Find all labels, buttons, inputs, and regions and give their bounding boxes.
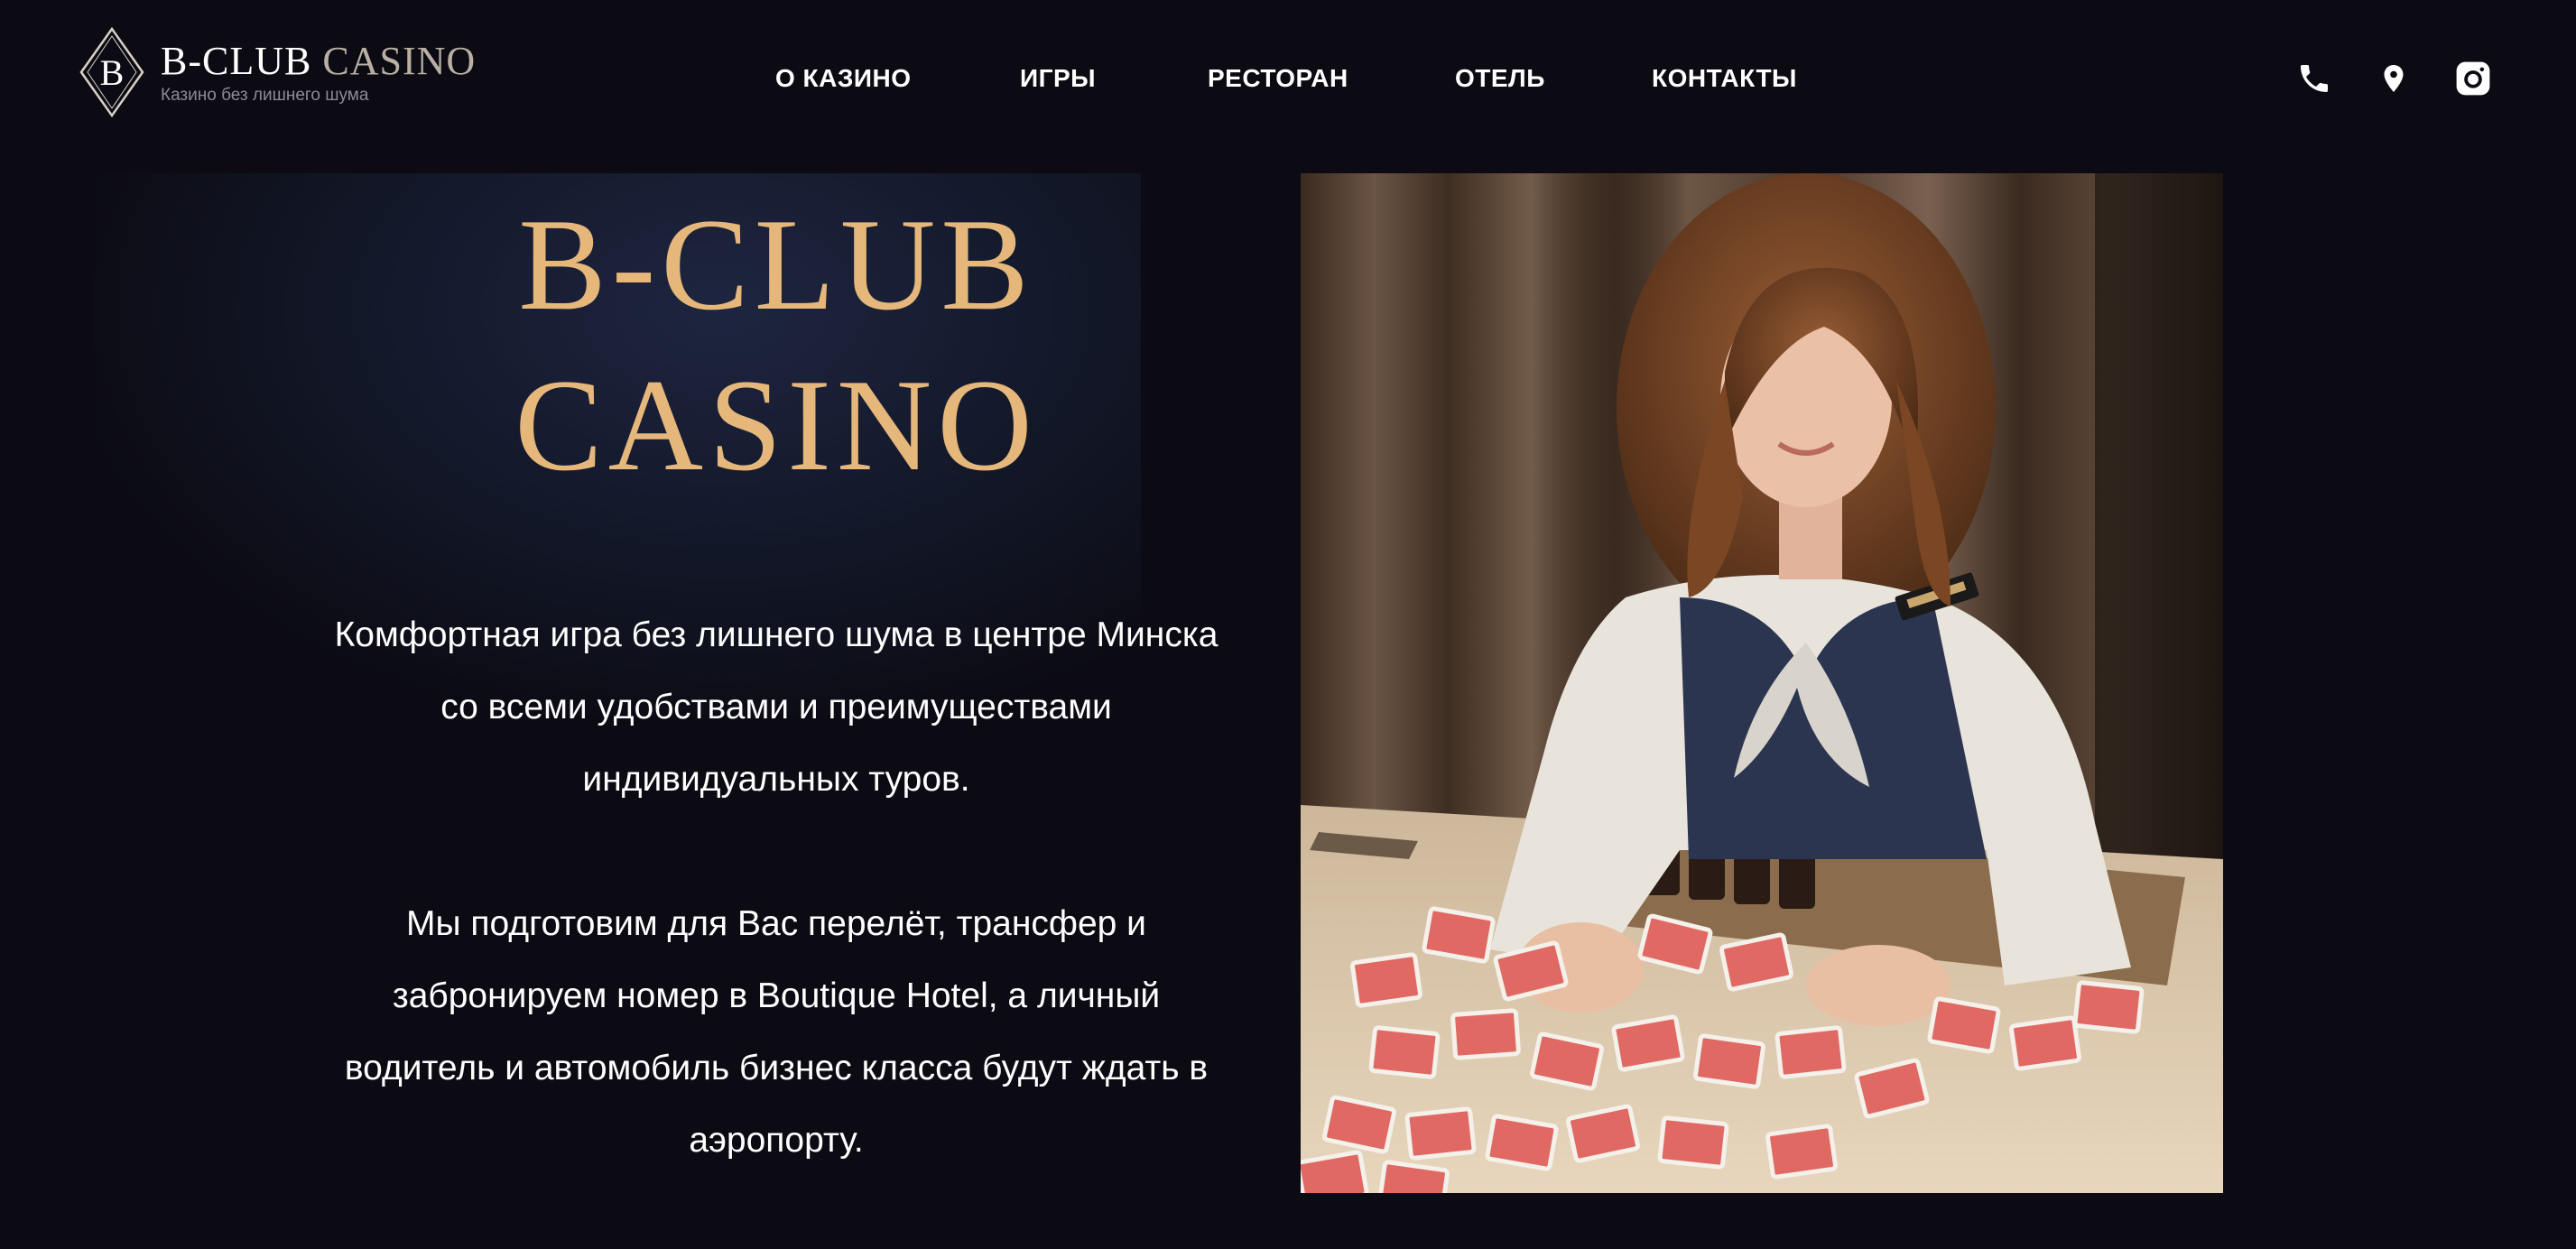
site-header: B B-CLUB CASINO Казино без лишнего шума … [0,0,2576,159]
hero-paragraph-1: Комфортная игра без лишнего шума в центр… [334,615,1219,799]
hero-paragraph-2: Мы подготовим для Вас перелёт, трансфер … [344,904,1209,1160]
location-icon[interactable] [2374,59,2414,98]
phone-icon[interactable] [2294,59,2334,98]
nav-item-restaurant[interactable]: РЕСТОРАН [1208,56,1348,101]
header-icons [2294,56,2493,101]
hero-title-line2: CASINO [514,352,1038,498]
croupier-photo [1301,173,2223,1193]
nav-item-games[interactable]: ИГРЫ [1020,56,1096,101]
instagram-icon[interactable] [2453,59,2493,98]
hero-title: B-CLUB CASINO [298,184,1255,505]
hero-description: Комфортная игра без лишнего шума в центр… [325,599,1228,1249]
hero-title-line1: B-CLUB [518,191,1034,338]
main-nav: О КАЗИНО ИГРЫ РЕСТОРАН ОТЕЛЬ КОНТАКТЫ [0,56,2576,101]
nav-item-contacts[interactable]: КОНТАКТЫ [1652,56,1797,101]
nav-item-hotel[interactable]: ОТЕЛЬ [1455,56,1545,101]
nav-item-about[interactable]: О КАЗИНО [775,56,912,101]
